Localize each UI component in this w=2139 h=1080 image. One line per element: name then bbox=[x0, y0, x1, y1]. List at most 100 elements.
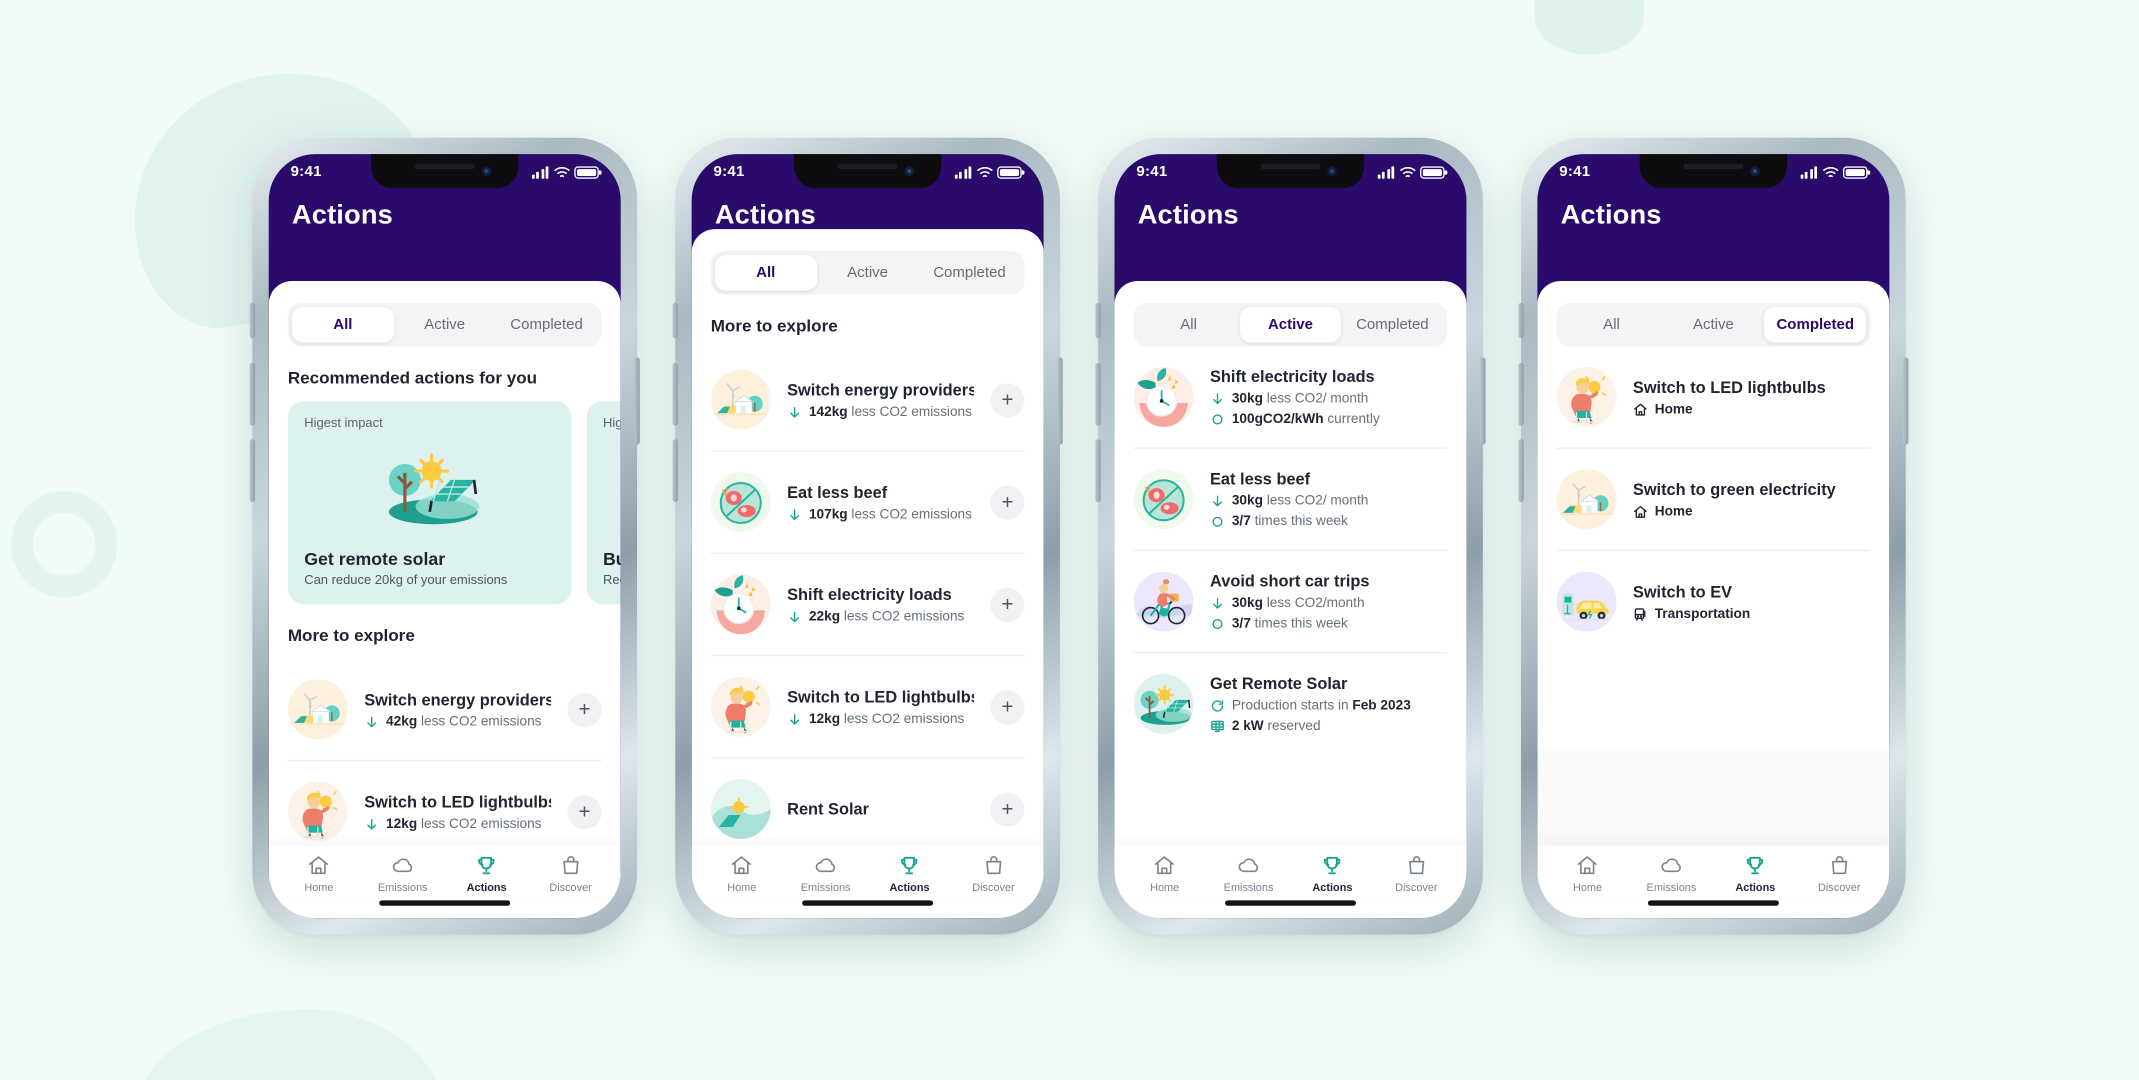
add-action-button[interactable]: + bbox=[990, 587, 1025, 622]
wifi-icon bbox=[1823, 166, 1839, 178]
add-action-button[interactable]: + bbox=[990, 689, 1025, 724]
list-item[interactable]: Switch to LED lightbulbs 12kg less CO2 e… bbox=[710, 656, 1025, 759]
nav-item-home[interactable]: Home bbox=[1123, 854, 1207, 894]
trophy-icon bbox=[898, 854, 921, 877]
recommendation-carousel[interactable]: Higest impact Get remote solar Can reduc… bbox=[287, 401, 621, 605]
tab-bar[interactable]: All Active Completed bbox=[1556, 302, 1871, 347]
sheet-body[interactable]: All Active Completed Shift electricity l… bbox=[1115, 281, 1467, 846]
tab-completed[interactable]: Completed bbox=[919, 255, 1021, 290]
screen: 9:41 Actions All Active Completed More t… bbox=[691, 154, 1044, 919]
add-action-button[interactable]: + bbox=[990, 791, 1025, 826]
nav-item-discover[interactable]: Discover bbox=[1797, 854, 1881, 894]
nav-item-label: Emissions bbox=[1646, 881, 1697, 894]
sheet-body[interactable]: All Active Completed Switch to LED light… bbox=[1537, 281, 1889, 749]
bottom-navigation[interactable]: Home Emissions Actions Discover bbox=[1537, 845, 1890, 897]
nav-item-label: Emissions bbox=[800, 881, 851, 894]
nav-item-actions[interactable]: Actions bbox=[868, 854, 952, 894]
tab-active[interactable]: Active bbox=[394, 307, 496, 342]
tab-active[interactable]: Active bbox=[1239, 306, 1342, 343]
item-metric: 42kg less CO2 emissions bbox=[364, 714, 551, 729]
nav-item-home[interactable]: Home bbox=[700, 854, 784, 894]
list-item[interactable]: Get Remote Solar Production starts in Fe… bbox=[1133, 653, 1448, 754]
bottom-navigation[interactable]: Home Emissions Actions Discover bbox=[268, 845, 621, 897]
add-action-button[interactable]: + bbox=[567, 692, 602, 727]
tab-active[interactable]: Active bbox=[817, 255, 919, 290]
recommendation-card[interactable]: Higest impact Get remote solar Can reduc… bbox=[287, 401, 572, 605]
wifi-icon bbox=[554, 166, 570, 178]
phone-screen-all-recommended: 9:41 Actions All Active Completed Recomm… bbox=[249, 137, 640, 935]
home-indicator[interactable] bbox=[691, 896, 1044, 919]
nav-item-actions[interactable]: Actions bbox=[1290, 854, 1374, 894]
tab-all[interactable]: All bbox=[714, 255, 817, 291]
nav-item-actions[interactable]: Actions bbox=[445, 854, 529, 894]
recommendation-tag: Higest bbox=[602, 416, 621, 432]
tab-bar[interactable]: All Active Completed bbox=[287, 302, 602, 347]
list-item[interactable]: Switch to green electricity Home bbox=[1556, 449, 1871, 552]
item-metric: 100gCO2/kWh currently bbox=[1210, 412, 1447, 427]
app-header: Actions bbox=[269, 190, 621, 232]
cloud-icon bbox=[814, 854, 837, 877]
add-action-button[interactable]: + bbox=[567, 794, 602, 829]
tab-all[interactable]: All bbox=[1138, 307, 1240, 342]
item-metric-text: 2 kW reserved bbox=[1231, 718, 1321, 734]
list-item[interactable]: Shift electricity loads 30kg less CO2/ m… bbox=[1133, 346, 1448, 449]
list-item[interactable]: Switch to EV Transportation bbox=[1556, 551, 1871, 652]
tab-completed[interactable]: Completed bbox=[496, 307, 598, 342]
sheet-body[interactable]: All Active Completed More to explore Swi… bbox=[692, 229, 1044, 846]
nav-item-home[interactable]: Home bbox=[277, 854, 361, 894]
nav-item-emissions[interactable]: Emissions bbox=[784, 854, 868, 894]
tab-completed[interactable]: Completed bbox=[1764, 306, 1867, 343]
home-indicator[interactable] bbox=[1114, 896, 1467, 919]
sheet-body[interactable]: All Active Completed Recommended actions… bbox=[269, 281, 621, 846]
tab-all[interactable]: All bbox=[1561, 307, 1663, 342]
list-item[interactable]: Avoid short car trips 30kg less CO2/mont… bbox=[1133, 551, 1448, 654]
page-title: Actions bbox=[1560, 200, 1662, 231]
list-item-title: Shift electricity loads bbox=[787, 584, 952, 604]
nav-item-emissions[interactable]: Emissions bbox=[361, 854, 445, 894]
trophy-icon bbox=[1321, 854, 1344, 877]
tab-active[interactable]: Active bbox=[1662, 307, 1764, 342]
no-beef-illustration bbox=[710, 471, 771, 533]
nav-item-emissions[interactable]: Emissions bbox=[1207, 854, 1291, 894]
content-sheet: All Active Completed Shift electricity l… bbox=[1114, 281, 1467, 919]
list-item[interactable]: Rent Solar + bbox=[710, 758, 1025, 845]
nav-item-actions[interactable]: Actions bbox=[1713, 854, 1797, 894]
signal-bars-icon bbox=[1377, 165, 1395, 179]
recommendation-card[interactable]: Higest Buy Redu bbox=[586, 401, 621, 605]
tab-all[interactable]: All bbox=[291, 306, 394, 343]
page-title: Actions bbox=[1137, 200, 1239, 231]
page-title: Actions bbox=[291, 200, 393, 231]
cloud-icon bbox=[1660, 854, 1683, 877]
nav-item-label: Home bbox=[1150, 881, 1180, 894]
list-item[interactable]: Switch to LED lightbulbs 12kg less CO2 e… bbox=[287, 761, 602, 846]
nav-item-discover[interactable]: Discover bbox=[952, 854, 1036, 894]
list-item-title: Rent Solar bbox=[787, 799, 869, 819]
add-action-button[interactable]: + bbox=[990, 382, 1025, 417]
bag-icon bbox=[1405, 854, 1428, 877]
list-item[interactable]: Shift electricity loads 22kg less CO2 em… bbox=[710, 554, 1025, 657]
list-item[interactable]: Eat less beef 30kg less CO2/ month 3/7 t… bbox=[1133, 449, 1448, 552]
solar-tree-illustration bbox=[1133, 673, 1194, 734]
list-item[interactable]: Switch energy providers 142kg less CO2 e… bbox=[710, 349, 1025, 452]
list-item-title: Switch to green electricity bbox=[1632, 479, 1836, 499]
nav-item-discover[interactable]: Discover bbox=[1374, 854, 1458, 894]
bottom-navigation[interactable]: Home Emissions Actions Discover bbox=[1114, 845, 1467, 897]
transit-icon bbox=[1633, 606, 1648, 621]
tab-completed[interactable]: Completed bbox=[1341, 307, 1443, 342]
nav-item-discover[interactable]: Discover bbox=[529, 854, 613, 894]
tab-bar[interactable]: All Active Completed bbox=[710, 251, 1025, 295]
home-indicator[interactable] bbox=[268, 896, 621, 919]
list-item[interactable]: Eat less beef 107kg less CO2 emissions + bbox=[710, 452, 1025, 554]
list-item[interactable]: Switch energy providers 42kg less CO2 em… bbox=[287, 659, 602, 762]
front-camera-icon bbox=[1327, 166, 1337, 176]
ev-charging-illustration bbox=[1556, 571, 1617, 632]
list-item[interactable]: Switch to LED lightbulbs Home bbox=[1556, 346, 1871, 449]
trophy-icon bbox=[475, 854, 498, 877]
bottom-navigation[interactable]: Home Emissions Actions Discover bbox=[691, 845, 1044, 897]
tab-bar[interactable]: All Active Completed bbox=[1133, 302, 1448, 347]
home-indicator[interactable] bbox=[1537, 896, 1890, 919]
app-header: Actions bbox=[1115, 190, 1467, 232]
nav-item-home[interactable]: Home bbox=[1546, 854, 1630, 894]
add-action-button[interactable]: + bbox=[990, 484, 1025, 520]
nav-item-emissions[interactable]: Emissions bbox=[1629, 854, 1713, 894]
